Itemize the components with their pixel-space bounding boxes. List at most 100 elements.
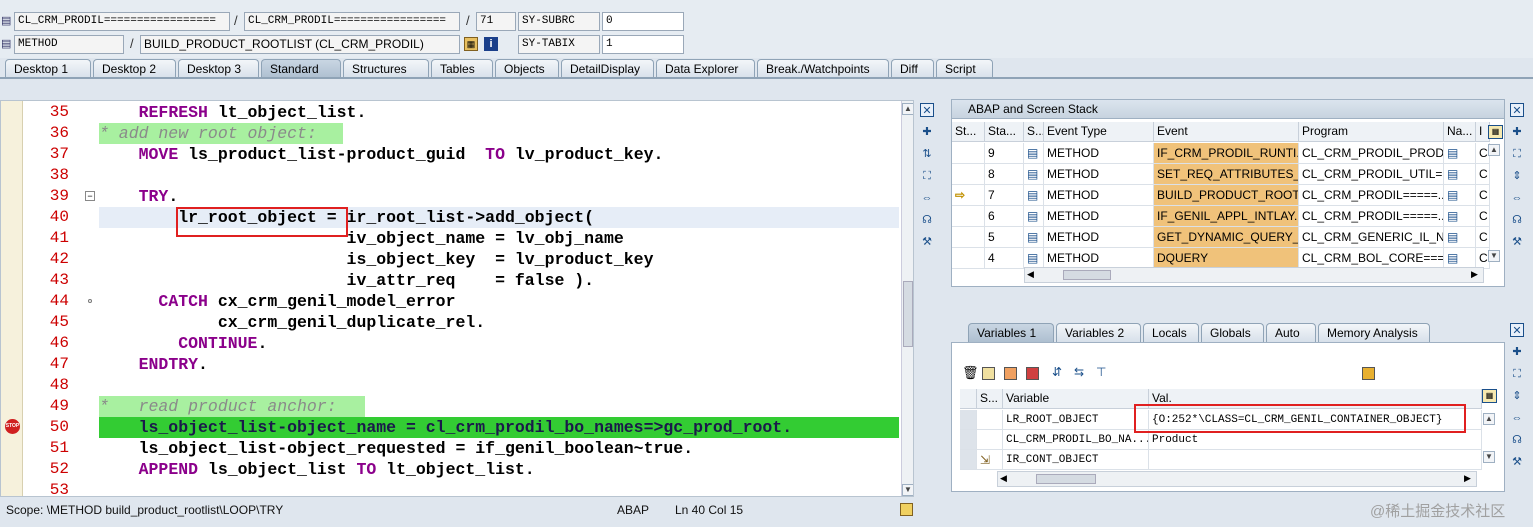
new-view-icon[interactable]: ✚ — [1510, 345, 1524, 359]
event-name[interactable]: IF_CRM_PRODIL_RUNTI... — [1154, 143, 1299, 164]
sy-tabix-value[interactable]: 1 — [602, 35, 684, 54]
sy-subrc-value[interactable]: 0 — [602, 12, 684, 31]
stack-vscroll[interactable]: ▲ ▼ — [1488, 144, 1502, 264]
stop-breakpoint-icon[interactable]: STOP — [5, 419, 20, 434]
scroll-down-icon[interactable]: ▼ — [902, 484, 913, 496]
scroll-up-icon[interactable]: ▲ — [1488, 144, 1500, 156]
scroll-right-icon[interactable]: ▶ — [1464, 473, 1471, 484]
disk-icon[interactable] — [1362, 367, 1375, 380]
tab-globals[interactable]: Globals — [1201, 323, 1264, 342]
col-header[interactable]: S... — [977, 389, 1003, 409]
tab-desktop-2[interactable]: Desktop 2 — [93, 59, 176, 78]
event-name[interactable]: BUILD_PRODUCT_ROOT... — [1154, 185, 1299, 206]
line-field[interactable]: 71 — [476, 12, 516, 31]
variable-value[interactable] — [1149, 450, 1482, 470]
stack-marker[interactable] — [952, 227, 985, 248]
tools-icon[interactable]: ⚒ — [1510, 235, 1524, 249]
stack-hscroll[interactable]: ◀ ▶ — [1024, 267, 1484, 283]
code-line[interactable]: CATCH cx_crm_genil_model_error — [99, 291, 455, 312]
source-editor[interactable]: STOP − 35 REFRESH lt_object_list. 36 * add… — [0, 100, 914, 497]
navigate-icon[interactable]: ▤ — [1444, 185, 1476, 206]
code-line[interactable]: APPEND ls_object_list TO lt_object_list. — [99, 459, 535, 480]
event-name[interactable]: DQUERY — [1154, 248, 1299, 269]
type-field[interactable]: METHOD — [14, 35, 124, 54]
code-line[interactable]: * read product anchor: — [99, 396, 337, 417]
scroll-left-icon[interactable]: ◀ — [1000, 473, 1007, 484]
source-icon[interactable]: ▦ — [464, 37, 478, 51]
col-header[interactable]: S... — [1024, 122, 1044, 142]
tab-diff[interactable]: Diff — [891, 59, 934, 78]
scroll-thumb[interactable] — [903, 281, 913, 347]
stack-level[interactable]: 5 — [985, 227, 1024, 248]
navigate-icon[interactable]: ▤ — [1444, 248, 1476, 269]
editor-scrollbar[interactable]: ▲ ▼ — [901, 101, 913, 496]
tab-script[interactable]: Script — [936, 59, 993, 78]
stack-level[interactable]: 6 — [985, 206, 1024, 227]
tab-standard[interactable]: Standard — [261, 59, 341, 78]
code-line[interactable]: ls_object_list-object_requested = if_gen… — [99, 438, 694, 459]
stack-marker[interactable] — [952, 248, 985, 269]
program-name[interactable]: CL_CRM_BOL_CORE===... — [1299, 248, 1444, 269]
event-type[interactable]: METHOD — [1044, 143, 1154, 164]
move-icon[interactable]: ⇆ — [1074, 365, 1084, 379]
maximize-icon[interactable]: ⛶ — [920, 169, 934, 183]
resize-vertical-icon[interactable]: ⇕ — [1510, 389, 1524, 403]
stack-level[interactable]: 9 — [985, 143, 1024, 164]
save-variables-icon[interactable] — [1004, 367, 1017, 380]
tools-icon[interactable]: ⚒ — [1510, 455, 1524, 469]
code-line[interactable]: iv_attr_req = false ). — [99, 270, 595, 291]
navigate-icon[interactable]: ▤ — [1444, 206, 1476, 227]
event-type[interactable]: METHOD — [1044, 206, 1154, 227]
new-view-icon[interactable]: ✚ — [1510, 125, 1524, 139]
program-name[interactable]: CL_CRM_PRODIL=====... — [1299, 206, 1444, 227]
col-header[interactable]: Event Type — [1044, 122, 1154, 142]
layout-icon[interactable]: ▦ — [1482, 389, 1497, 403]
close-icon[interactable]: ✕ — [920, 103, 934, 117]
tab-structures[interactable]: Structures — [343, 59, 429, 78]
info-icon[interactable]: i — [484, 37, 498, 51]
program-name[interactable]: CL_CRM_PRODIL=====... — [1299, 185, 1444, 206]
load-icon[interactable] — [982, 367, 995, 380]
delete-icon[interactable]: 🗑 — [962, 365, 979, 381]
variable-name[interactable]: LR_ROOT_OBJECT — [1003, 410, 1149, 430]
close-icon[interactable]: ✕ — [1510, 103, 1524, 117]
code-line[interactable]: is_object_key = lv_product_key — [99, 249, 654, 270]
swap-icon[interactable]: ⇅ — [920, 147, 934, 161]
headset-icon[interactable]: ☊ — [1510, 213, 1524, 227]
event-name[interactable]: IF_GENIL_APPL_INTLAY... — [1154, 206, 1299, 227]
program-name[interactable]: CL_CRM_PRODIL_UTIL=... — [1299, 164, 1444, 185]
code-line[interactable]: cx_crm_genil_duplicate_rel. — [99, 312, 485, 333]
tab-desktop-1[interactable]: Desktop 1 — [5, 59, 91, 78]
variables-hscroll[interactable]: ◀ ▶ — [997, 471, 1477, 487]
stack-level[interactable]: 7 — [985, 185, 1024, 206]
stack-marker[interactable] — [952, 164, 985, 185]
stack-level[interactable]: 4 — [985, 248, 1024, 269]
variable-value[interactable]: Product — [1149, 430, 1482, 450]
code-line[interactable]: MOVE ls_product_list-product_guid TO lv_… — [99, 144, 664, 165]
tab-locals[interactable]: Locals — [1143, 323, 1199, 342]
close-icon[interactable]: ✕ — [1510, 323, 1524, 337]
scroll-right-icon[interactable]: ▶ — [1471, 269, 1478, 280]
collapse-toggle-icon[interactable]: − — [85, 191, 95, 201]
navigate-icon[interactable]: ▤ — [1444, 164, 1476, 185]
navigate-icon[interactable]: ▤ — [1444, 227, 1476, 248]
col-header[interactable]: Na... — [1444, 122, 1476, 142]
tab-desktop-3[interactable]: Desktop 3 — [178, 59, 259, 78]
event-type[interactable]: METHOD — [1044, 248, 1154, 269]
tab-variables-2[interactable]: Variables 2 — [1056, 323, 1141, 342]
row-selector[interactable] — [960, 410, 977, 430]
current-frame-arrow-icon[interactable]: ⇨ — [952, 185, 985, 206]
filter-icon[interactable]: ⊤ — [1096, 365, 1106, 379]
tab-data-explorer[interactable]: Data Explorer — [656, 59, 755, 78]
event-name[interactable]: SET_REQ_ATTRIBUTES_... — [1154, 164, 1299, 185]
program-name[interactable]: CL_CRM_GENERIC_IL_NE... — [1299, 227, 1444, 248]
stack-level[interactable]: 8 — [985, 164, 1024, 185]
col-header[interactable]: Event — [1154, 122, 1299, 142]
resize-vertical-icon[interactable]: ⇕ — [1510, 169, 1524, 183]
new-view-icon[interactable]: ✚ — [920, 125, 934, 139]
event-type[interactable]: METHOD — [1044, 164, 1154, 185]
code-line[interactable]: REFRESH lt_object_list. — [99, 102, 367, 123]
resize-horizontal-icon[interactable]: ⇔ — [1510, 191, 1524, 205]
row-selector[interactable] — [960, 450, 977, 470]
tools-icon[interactable]: ⚒ — [920, 235, 934, 249]
